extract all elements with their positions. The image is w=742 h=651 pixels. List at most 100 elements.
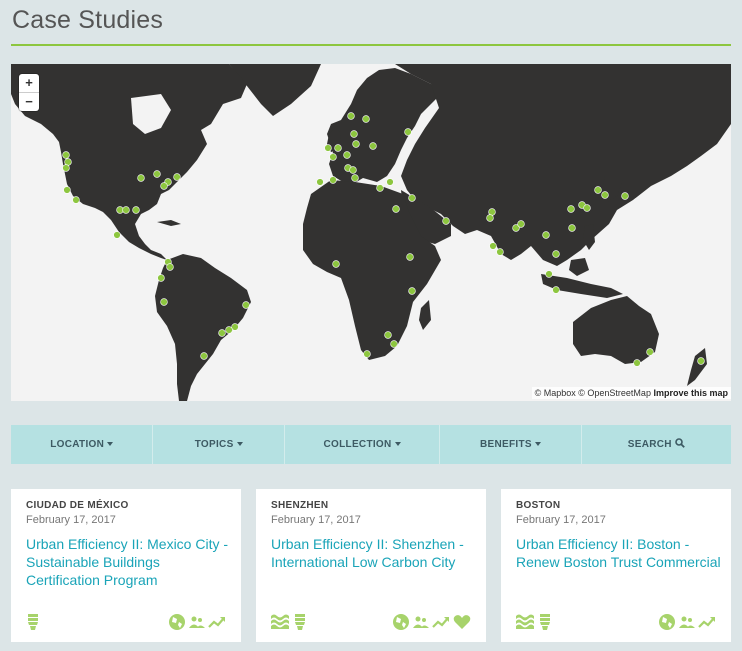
map-marker xyxy=(384,331,392,339)
map-marker xyxy=(157,274,165,282)
card-title-link[interactable]: Urban Efficiency II: Boston - Renew Bost… xyxy=(516,535,721,571)
map-marker xyxy=(552,250,560,258)
map-marker xyxy=(646,348,654,356)
map-marker xyxy=(351,174,359,182)
map-marker xyxy=(329,176,337,184)
filter-topics[interactable]: TOPICS xyxy=(153,425,285,464)
map-marker xyxy=(63,186,71,194)
map-marker xyxy=(517,220,525,228)
map-marker xyxy=(567,205,575,213)
filter-location[interactable]: LOCATION xyxy=(11,425,154,464)
card-date: February 17, 2017 xyxy=(516,514,606,526)
map-marker xyxy=(369,142,377,150)
collection-icons xyxy=(271,613,307,631)
people-icon xyxy=(413,616,429,628)
filter-benefits-label: BENEFITS xyxy=(479,439,532,450)
map-marker xyxy=(334,144,342,152)
case-study-card[interactable]: SHENZHEN February 17, 2017 Urban Efficie… xyxy=(256,489,486,642)
attribution-text[interactable]: © Mapbox © OpenStreetMap xyxy=(535,388,651,398)
map-marker xyxy=(406,253,414,261)
case-study-card[interactable]: CIUDAD DE MÉXICO February 17, 2017 Urban… xyxy=(11,489,241,642)
collection-icons xyxy=(26,613,40,631)
map-marker xyxy=(376,184,384,192)
map-marker xyxy=(621,192,629,200)
land-north-america xyxy=(11,64,247,260)
caret-down-icon xyxy=(534,442,541,446)
map-marker xyxy=(316,178,324,186)
map-marker xyxy=(552,286,560,294)
card-location: SHENZHEN xyxy=(271,500,329,511)
map-marker xyxy=(329,153,337,161)
benefit-icons xyxy=(658,613,716,631)
map-marker xyxy=(392,205,400,213)
map-marker xyxy=(633,359,641,367)
people-icon xyxy=(189,616,205,628)
map-marker xyxy=(324,144,332,152)
card-title-link[interactable]: Urban Efficiency II: Shenzhen - Internat… xyxy=(271,535,476,571)
trend-up-icon xyxy=(698,617,715,628)
map-marker xyxy=(442,217,450,225)
search-icon xyxy=(675,438,685,448)
caret-down-icon xyxy=(394,442,401,446)
map-marker xyxy=(343,151,351,159)
map-marker xyxy=(153,170,161,178)
efficiency-bulb-icon xyxy=(295,614,305,630)
map-marker xyxy=(349,166,357,174)
map-canvas xyxy=(11,64,731,401)
map-marker xyxy=(200,352,208,360)
card-location: BOSTON xyxy=(516,500,561,511)
card-date: February 17, 2017 xyxy=(271,514,361,526)
zoom-out-button[interactable]: − xyxy=(19,92,39,111)
case-study-card[interactable]: BOSTON February 17, 2017 Urban Efficienc… xyxy=(501,489,731,642)
land-cuba xyxy=(157,220,181,226)
map-marker xyxy=(363,350,371,358)
map-marker xyxy=(568,224,576,232)
map-marker xyxy=(583,204,591,212)
globe-icon xyxy=(393,614,409,630)
benefit-icons xyxy=(392,613,471,631)
people-icon xyxy=(679,616,695,628)
filter-benefits[interactable]: BENEFITS xyxy=(440,425,582,464)
map-marker xyxy=(697,357,705,365)
zoom-in-button[interactable]: + xyxy=(19,74,39,92)
filter-search[interactable]: SEARCH xyxy=(582,425,731,464)
filter-topics-label: TOPICS xyxy=(194,439,234,450)
zoom-control: + − xyxy=(19,74,39,111)
map-marker xyxy=(350,130,358,138)
globe-icon xyxy=(659,614,675,630)
improve-map-link[interactable]: Improve this map xyxy=(653,388,728,398)
map-marker xyxy=(62,164,70,172)
caret-down-icon xyxy=(107,442,114,446)
card-title-link[interactable]: Urban Efficiency II: Mexico City - Susta… xyxy=(26,535,231,589)
benefit-icons xyxy=(168,613,226,631)
card-date: February 17, 2017 xyxy=(26,514,116,526)
map-marker xyxy=(166,263,174,271)
filter-collection[interactable]: COLLECTION xyxy=(285,425,441,464)
map-marker xyxy=(386,178,394,186)
map-marker xyxy=(347,112,355,120)
world-map[interactable] xyxy=(11,64,731,401)
filter-location-label: LOCATION xyxy=(50,439,105,450)
map-marker xyxy=(404,128,412,136)
page-title: Case Studies xyxy=(12,6,164,34)
trend-up-icon xyxy=(432,617,449,628)
map-marker xyxy=(352,140,360,148)
map-marker xyxy=(489,242,497,250)
map-marker xyxy=(601,191,609,199)
filter-collection-label: COLLECTION xyxy=(323,439,392,450)
title-divider xyxy=(11,44,731,46)
map-marker xyxy=(486,214,494,222)
efficiency-bulb-icon xyxy=(28,614,38,630)
land-indonesia xyxy=(541,274,623,298)
water-waves-icon xyxy=(516,614,534,629)
map-marker xyxy=(390,340,398,348)
map-marker xyxy=(132,206,140,214)
map-marker xyxy=(173,173,181,181)
map-marker xyxy=(496,248,504,256)
map-marker xyxy=(594,186,602,194)
map-marker xyxy=(113,231,121,239)
map-marker xyxy=(160,298,168,306)
map-marker xyxy=(225,326,233,334)
card-location: CIUDAD DE MÉXICO xyxy=(26,500,129,511)
map-marker xyxy=(362,115,370,123)
